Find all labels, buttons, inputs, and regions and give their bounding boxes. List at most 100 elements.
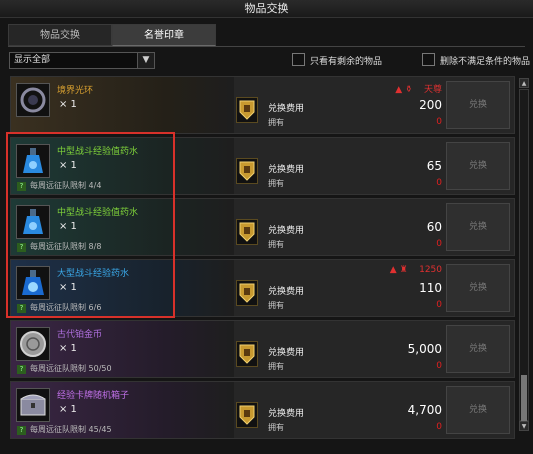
item-info: 大型战斗经验药水 × 1 ? 每周远征队限制 6/6 — [11, 260, 234, 316]
weekly-limit-text: 每周远征队限制 4/4 — [30, 181, 102, 190]
tab-divider — [8, 46, 525, 47]
chest-icon[interactable] — [16, 388, 50, 422]
cost-label: 兑换费用 — [268, 287, 305, 297]
honor-seal-icon — [236, 280, 258, 306]
scroll-down-button[interactable]: ▼ — [519, 421, 529, 431]
item-info: 古代铂金币 × 1 ? 每周远征队限制 50/50 — [11, 321, 234, 377]
scrollbar-thumb[interactable] — [521, 375, 527, 422]
help-icon[interactable]: ? — [17, 426, 26, 435]
cost-value: 110 — [419, 281, 442, 295]
list-item: 古代铂金币 × 1 ? 每周远征队限制 50/50 兑换费用 拥有 5,000 0… — [10, 320, 515, 378]
own-value: 0 — [436, 422, 442, 432]
weekly-limit-text: 每周远征队限制 8/8 — [30, 242, 102, 251]
item-name: 古代铂金币 — [57, 330, 103, 340]
item-qty: × 1 — [59, 282, 77, 293]
item-info: 中型战斗经验值药水 × 1 ? 每周远征队限制 4/4 — [11, 138, 234, 194]
filter-dropdown-value: 显示全部 — [14, 55, 51, 65]
tab-item-exchange[interactable]: 物品交换 — [8, 24, 112, 46]
potion-icon[interactable] — [16, 266, 50, 300]
item-info: 中型战斗经验值药水 × 1 ? 每周远征队限制 8/8 — [11, 199, 234, 255]
chevron-down-icon[interactable]: ▼ — [137, 53, 154, 68]
honor-seal-icon — [236, 341, 258, 367]
cost-label: 兑换费用 — [268, 165, 305, 175]
item-qty: × 1 — [59, 160, 77, 171]
honor-seal-icon — [236, 402, 258, 428]
exchange-button[interactable]: 兑换 — [446, 264, 510, 312]
rank-text: 天尊 — [423, 85, 442, 95]
exchange-button[interactable]: 兑换 — [446, 142, 510, 190]
own-label: 拥有 — [268, 118, 284, 127]
rank-requirement: ▲ ♜ 1250 — [390, 265, 442, 275]
cost-label: 兑换费用 — [268, 104, 305, 114]
own-label: 拥有 — [268, 362, 284, 371]
item-info: 境界光环 × 1 — [11, 77, 234, 133]
exchange-list: 境界光环 × 1 兑换费用 拥有 ▲ ⚱ 天尊 200 0 兑换 中型战斗经验值… — [10, 76, 515, 444]
item-info: 经验卡牌随机箱子 × 1 ? 每周远征队限制 45/45 — [11, 382, 234, 438]
item-name: 大型战斗经验药水 — [57, 269, 130, 279]
own-value: 0 — [436, 300, 442, 310]
filter-dropdown[interactable]: 显示全部 ▼ — [9, 52, 155, 69]
item-name: 境界光环 — [57, 86, 94, 96]
weekly-limit-text: 每周远征队限制 6/6 — [30, 303, 102, 312]
exchange-button[interactable]: 兑换 — [446, 325, 510, 373]
tab-bar: 物品交换 名誉印章 — [8, 24, 216, 46]
honor-seal-icon — [236, 219, 258, 245]
item-qty: × 1 — [59, 221, 77, 232]
cost-value: 60 — [426, 220, 442, 234]
help-icon[interactable]: ? — [17, 243, 26, 252]
list-item: 中型战斗经验值药水 × 1 ? 每周远征队限制 8/8 兑换费用 拥有 60 0 … — [10, 198, 515, 256]
scrollbar-track[interactable] — [519, 89, 529, 422]
potion-icon[interactable] — [16, 205, 50, 239]
item-qty: × 1 — [59, 343, 77, 354]
weekly-limit-text: 每周远征队限制 45/45 — [30, 425, 112, 434]
cost-value: 200 — [419, 98, 442, 112]
coin-icon[interactable] — [16, 327, 50, 361]
list-item: 经验卡牌随机箱子 × 1 ? 每周远征队限制 45/45 兑换费用 拥有 4,70… — [10, 381, 515, 439]
warning-icon: ▲ ⚱ — [395, 85, 424, 95]
warning-icon: ▲ ♜ — [389, 265, 420, 275]
own-label: 拥有 — [268, 179, 284, 188]
weekly-limit-text: 每周远征队限制 50/50 — [30, 364, 112, 373]
exchange-button[interactable]: 兑换 — [446, 203, 510, 251]
help-icon[interactable]: ? — [17, 182, 26, 191]
checkbox-box[interactable] — [422, 53, 435, 66]
cost-label: 兑换费用 — [268, 348, 305, 358]
help-icon[interactable]: ? — [17, 304, 26, 313]
hide-unmet-checkbox[interactable]: 删除不满足条件的物品 — [422, 53, 530, 67]
item-name: 中型战斗经验值药水 — [57, 208, 139, 218]
weekly-limit: ? 每周远征队限制 8/8 — [17, 241, 101, 252]
cost-label: 兑换费用 — [268, 226, 305, 236]
list-item: 中型战斗经验值药水 × 1 ? 每周远征队限制 4/4 兑换费用 拥有 65 0 … — [10, 137, 515, 195]
weekly-limit: ? 每周远征队限制 45/45 — [17, 424, 112, 435]
weekly-limit: ? 每周远征队限制 4/4 — [17, 180, 101, 191]
scroll-up-button[interactable]: ▲ — [519, 78, 529, 88]
item-name: 中型战斗经验值药水 — [57, 147, 139, 157]
own-value: 0 — [436, 117, 442, 127]
halo-icon[interactable] — [16, 83, 50, 117]
cost-value: 4,700 — [407, 403, 442, 417]
item-qty: × 1 — [59, 99, 77, 110]
own-value: 0 — [436, 361, 442, 371]
weekly-limit: ? 每周远征队限制 6/6 — [17, 302, 101, 313]
list-item: 境界光环 × 1 兑换费用 拥有 ▲ ⚱ 天尊 200 0 兑换 — [10, 76, 515, 134]
own-value: 0 — [436, 178, 442, 188]
own-label: 拥有 — [268, 240, 284, 249]
checkbox-box[interactable] — [292, 53, 305, 66]
only-remaining-checkbox[interactable]: 只看有剩余的物品 — [292, 53, 382, 67]
own-value: 0 — [436, 239, 442, 249]
help-icon[interactable]: ? — [17, 365, 26, 374]
cost-label: 兑换费用 — [268, 409, 305, 419]
hide-unmet-label: 删除不满足条件的物品 — [440, 57, 531, 67]
exchange-button[interactable]: 兑换 — [446, 386, 510, 434]
item-qty: × 1 — [59, 404, 77, 415]
honor-seal-icon — [236, 97, 258, 123]
rank-text: 1250 — [419, 265, 442, 275]
list-item: 大型战斗经验药水 × 1 ? 每周远征队限制 6/6 兑换费用 拥有 ▲ ♜ 12… — [10, 259, 515, 317]
cost-value: 5,000 — [407, 342, 442, 356]
potion-icon[interactable] — [16, 144, 50, 178]
honor-seal-icon — [236, 158, 258, 184]
tab-honor-seal[interactable]: 名誉印章 — [112, 24, 216, 46]
window-title: 物品交换 — [0, 0, 533, 18]
exchange-button[interactable]: 兑换 — [446, 81, 510, 129]
item-name: 经验卡牌随机箱子 — [57, 391, 130, 401]
